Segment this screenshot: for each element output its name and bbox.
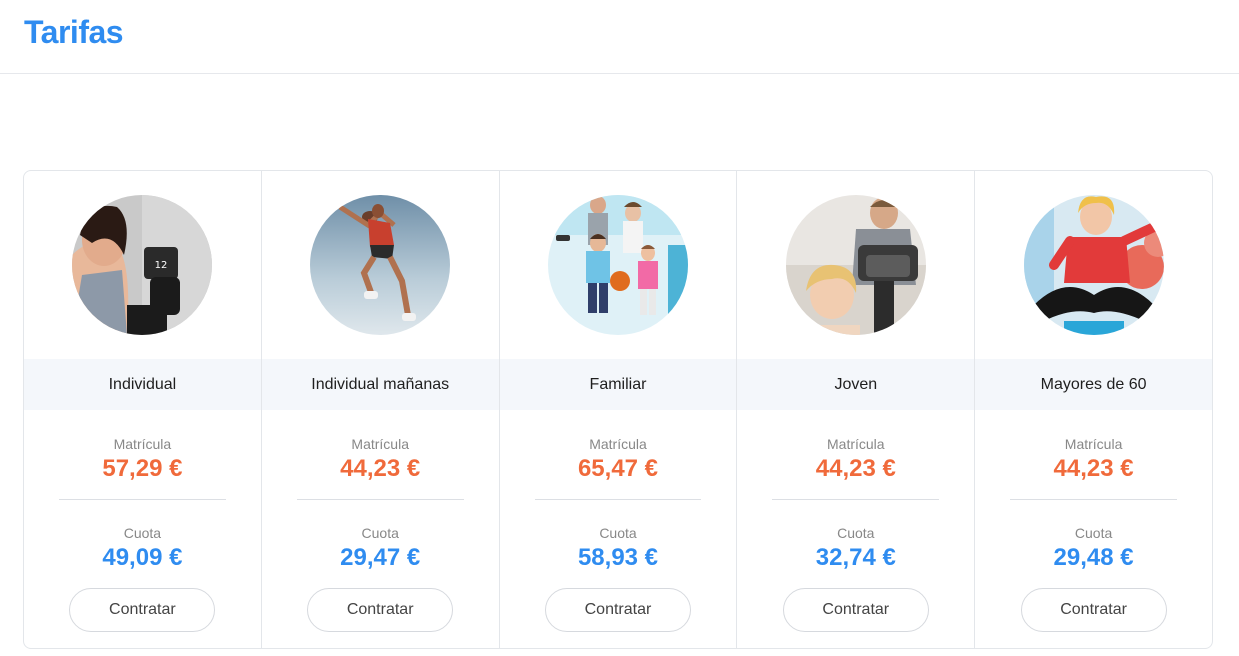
plan-name: Familiar <box>499 359 737 410</box>
plan-card-joven: Joven Matrícula 44,23 € Cuota 32,74 € Co… <box>737 171 976 648</box>
page-header: Tarifas <box>0 0 1239 74</box>
enrollment-label: Matrícula <box>113 436 172 452</box>
contract-button[interactable]: Contratar <box>1020 588 1167 632</box>
svg-text:12: 12 <box>155 260 168 271</box>
plan-name: Joven <box>737 359 975 410</box>
enrollment-label: Matrícula <box>1064 436 1123 452</box>
fee-price: 29,48 € <box>1053 544 1134 571</box>
fee-price: 58,93 € <box>577 544 659 571</box>
plan-card-individual: 12 Individual Matrícula 57,29 € Cuota 49… <box>24 171 262 648</box>
divider <box>296 499 464 500</box>
plan-name: Mayores de 60 <box>975 359 1212 410</box>
contract-button[interactable]: Contratar <box>307 588 454 632</box>
plan-card-familiar: Familiar Matrícula 65,47 € Cuota 58,93 €… <box>499 171 738 648</box>
pricing-table: 12 Individual Matrícula 57,29 € Cuota 49… <box>23 170 1213 649</box>
contract-button[interactable]: Contratar <box>69 588 216 632</box>
fee-label: Cuota <box>837 525 875 541</box>
plan-photo-family <box>547 195 688 335</box>
enrollment-price: 44,23 € <box>1053 455 1134 482</box>
contract-button[interactable]: Contratar <box>782 588 929 632</box>
enrollment-price: 65,47 € <box>577 455 659 482</box>
fee-price: 32,74 € <box>815 544 896 571</box>
enrollment-label: Matrícula <box>827 436 885 452</box>
plan-name: Individual mañanas <box>261 359 499 410</box>
plan-card-mayores-60: Mayores de 60 Matrícula 44,23 € Cuota 29… <box>975 171 1212 648</box>
plan-photo-woman-dumbbell: 12 <box>72 195 213 335</box>
plan-photo-young-gym <box>785 195 926 335</box>
plan-card-individual-mananas: Individual mañanas Matrícula 44,23 € Cuo… <box>261 171 500 648</box>
divider <box>534 499 702 500</box>
divider <box>59 499 226 500</box>
fee-label: Cuota <box>1074 525 1113 541</box>
contract-button[interactable]: Contratar <box>544 588 691 632</box>
fee-price: 49,09 € <box>102 544 183 571</box>
fee-label: Cuota <box>599 525 637 541</box>
fee-label: Cuota <box>123 525 162 541</box>
enrollment-price: 44,23 € <box>815 455 896 482</box>
divider <box>1010 499 1177 500</box>
plan-photo-jumping-runner <box>310 195 451 335</box>
enrollment-price: 44,23 € <box>340 455 421 482</box>
plan-name: Individual <box>24 359 261 410</box>
enrollment-price: 57,29 € <box>102 455 183 482</box>
divider <box>772 499 940 500</box>
enrollment-label: Matrícula <box>351 436 409 452</box>
plan-photo-senior-stretching <box>1023 195 1164 335</box>
page-title: Tarifas <box>24 14 124 50</box>
fee-price: 29,47 € <box>340 544 421 571</box>
fee-label: Cuota <box>361 525 399 541</box>
enrollment-label: Matrícula <box>589 436 647 452</box>
